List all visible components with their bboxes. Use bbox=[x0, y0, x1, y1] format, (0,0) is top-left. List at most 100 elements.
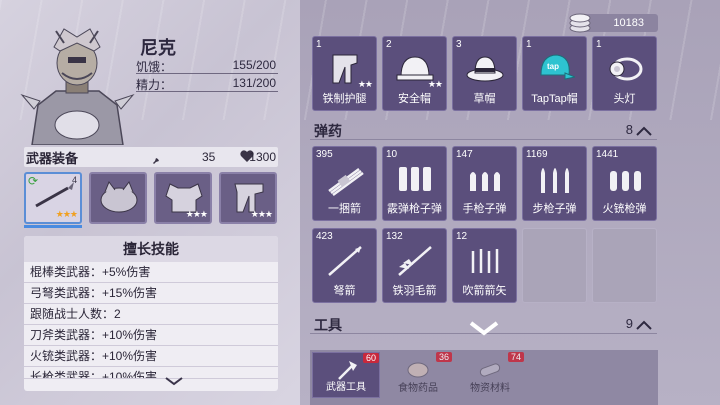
tools-count: 9 bbox=[625, 316, 633, 331]
item-count: 2 bbox=[386, 39, 392, 50]
tab-label: 食物药品 bbox=[398, 383, 438, 394]
skill-row: 棍棒类武器：+5%伤害 bbox=[24, 262, 278, 283]
tools-title: 工具 bbox=[314, 317, 342, 333]
tab-badge: 60 bbox=[362, 353, 379, 363]
item-name: 头灯 bbox=[613, 93, 636, 105]
item-iron-greaves[interactable]: 1 ★★ 铁制护腿 bbox=[312, 36, 377, 111]
item-iron-feather-arrow[interactable]: 132 铁羽毛箭 bbox=[382, 228, 447, 303]
item-crossbow-bolt[interactable]: 423 弩箭 bbox=[312, 228, 377, 303]
spear-icon bbox=[35, 182, 74, 208]
blowdart-icon bbox=[471, 249, 499, 273]
equip-slot-legs[interactable]: ★★★ bbox=[219, 172, 277, 224]
tab-food-medicine[interactable]: 36 食物药品 bbox=[384, 352, 452, 398]
item-rifle-bullet[interactable]: 1169 步枪子弹 bbox=[522, 146, 587, 221]
item-name: 手枪子弹 bbox=[462, 203, 507, 215]
energy-label: 精力： bbox=[136, 78, 173, 92]
item-count: 3 bbox=[456, 39, 462, 50]
ammo-section-header[interactable]: 弹药 8 bbox=[310, 120, 657, 140]
tab-materials[interactable]: 74 物资材料 bbox=[456, 352, 524, 398]
item-straw-hat[interactable]: 3 草帽 bbox=[452, 36, 517, 111]
item-hard-hat[interactable]: 2 ★★ 安全帽 bbox=[382, 36, 447, 111]
item-name: 铁制护腿 bbox=[322, 93, 367, 105]
energy-value: 131/200 bbox=[232, 76, 276, 90]
tab-badge: 74 bbox=[507, 352, 524, 362]
slot-stars: ★★★ bbox=[55, 209, 78, 219]
equip-slot-helmet[interactable] bbox=[89, 172, 147, 224]
chevron-down-icon[interactable] bbox=[468, 320, 500, 341]
item-count: 132 bbox=[386, 231, 403, 242]
hunger-stat: 饥饿： 155/200 bbox=[136, 56, 278, 74]
tab-weapons-tools[interactable]: 60 武器工具 bbox=[312, 352, 380, 398]
headlamp-icon bbox=[609, 57, 643, 81]
iron-feather-arrow-icon bbox=[398, 246, 432, 276]
character-portrait bbox=[20, 25, 135, 146]
item-headlamp[interactable]: 1 头灯 bbox=[592, 36, 657, 111]
empty-slot bbox=[592, 228, 657, 303]
chevron-up-icon[interactable] bbox=[635, 317, 653, 333]
hunger-label: 饥饿： bbox=[136, 60, 173, 74]
skills-title: 擅长技能 bbox=[24, 236, 278, 262]
item-shotgun-shell[interactable]: 10 霰弹枪子弹 bbox=[382, 146, 447, 221]
item-count: 12 bbox=[456, 231, 468, 242]
item-count: 1 bbox=[526, 39, 532, 50]
item-pistol-bullet[interactable]: 147 手枪子弹 bbox=[452, 146, 517, 221]
item-taptap-cap[interactable]: 1 tap TapTap帽 bbox=[522, 36, 587, 111]
weapons-title: 武器装备 bbox=[26, 151, 79, 166]
skill-row: 长枪类武器：+10%伤害 bbox=[24, 367, 278, 379]
sword-icon bbox=[152, 149, 168, 165]
item-name: 一捆箭 bbox=[328, 203, 361, 215]
crossbow-bolt-icon bbox=[328, 246, 362, 276]
slot-stars: ★★★ bbox=[250, 209, 273, 219]
item-name: 霰弹枪子弹 bbox=[387, 203, 442, 215]
shotgun-shell-icon bbox=[399, 167, 431, 191]
equip-slot-armor[interactable]: ★★★ bbox=[154, 172, 212, 224]
skills-panel[interactable]: 擅长技能 棍棒类武器：+5%伤害 弓弩类武器：+15%伤害 跟随战士人数：2 刀… bbox=[24, 236, 278, 391]
tab-label: 物资材料 bbox=[470, 383, 510, 394]
meat-icon bbox=[407, 362, 429, 378]
hunger-value: 155/200 bbox=[232, 58, 276, 72]
item-count: 1169 bbox=[526, 149, 548, 160]
item-name: 安全帽 bbox=[398, 93, 431, 105]
item-name: 草帽 bbox=[473, 93, 496, 105]
selected-indicator bbox=[24, 225, 82, 228]
tab-label: 武器工具 bbox=[326, 382, 366, 393]
item-name: TapTap帽 bbox=[531, 93, 578, 105]
empty-slot bbox=[522, 228, 587, 303]
item-name: 步枪子弹 bbox=[532, 203, 577, 215]
item-musket-ball[interactable]: 1441 火铳枪弹 bbox=[592, 146, 657, 221]
equip-slot-weapon[interactable]: ⟳ 4 ★★★ bbox=[24, 172, 82, 224]
item-count: 10 bbox=[386, 149, 398, 160]
energy-stat: 精力： 131/200 bbox=[136, 74, 278, 92]
ammo-count: 8 bbox=[625, 122, 633, 137]
rifle-bullet-icon bbox=[541, 168, 569, 193]
item-count: 423 bbox=[316, 231, 333, 242]
item-stars: ★★ bbox=[357, 79, 373, 89]
item-count: 395 bbox=[316, 149, 333, 160]
item-count: 1 bbox=[596, 39, 602, 50]
straw-hat-icon bbox=[466, 56, 504, 82]
item-name: 火铳枪弹 bbox=[602, 203, 647, 215]
skill-row: 跟随战士人数：2 bbox=[24, 304, 278, 325]
item-count: 1441 bbox=[596, 149, 619, 160]
chevron-down-icon[interactable] bbox=[164, 373, 184, 389]
item-name: 铁羽毛箭 bbox=[392, 285, 437, 297]
ammo-title: 弹药 bbox=[314, 123, 342, 139]
svg-text:tap: tap bbox=[547, 62, 559, 71]
item-stars: ★★ bbox=[427, 79, 443, 89]
musket-ball-icon bbox=[610, 171, 641, 191]
item-name: 吹箭箭矢 bbox=[462, 285, 507, 297]
slot-stars: ★★★ bbox=[185, 209, 208, 219]
pistol-bullet-icon bbox=[470, 172, 500, 191]
log-icon bbox=[479, 363, 501, 377]
attack-value: 35 bbox=[202, 150, 216, 164]
boar-helmet-icon bbox=[100, 180, 138, 213]
item-blowdart[interactable]: 12 吹箭箭矢 bbox=[452, 228, 517, 303]
health-value: 1300 bbox=[249, 150, 276, 164]
item-arrow-bundle[interactable]: 395 一捆箭 bbox=[312, 146, 377, 221]
weapons-header: 武器装备 35 1300 bbox=[24, 147, 278, 167]
skill-row: 刀斧类武器：+10%伤害 bbox=[24, 325, 278, 346]
item-count: 1 bbox=[316, 39, 322, 50]
chevron-up-icon[interactable] bbox=[635, 123, 653, 139]
item-count: 147 bbox=[456, 149, 473, 160]
tab-badge: 36 bbox=[435, 352, 452, 362]
